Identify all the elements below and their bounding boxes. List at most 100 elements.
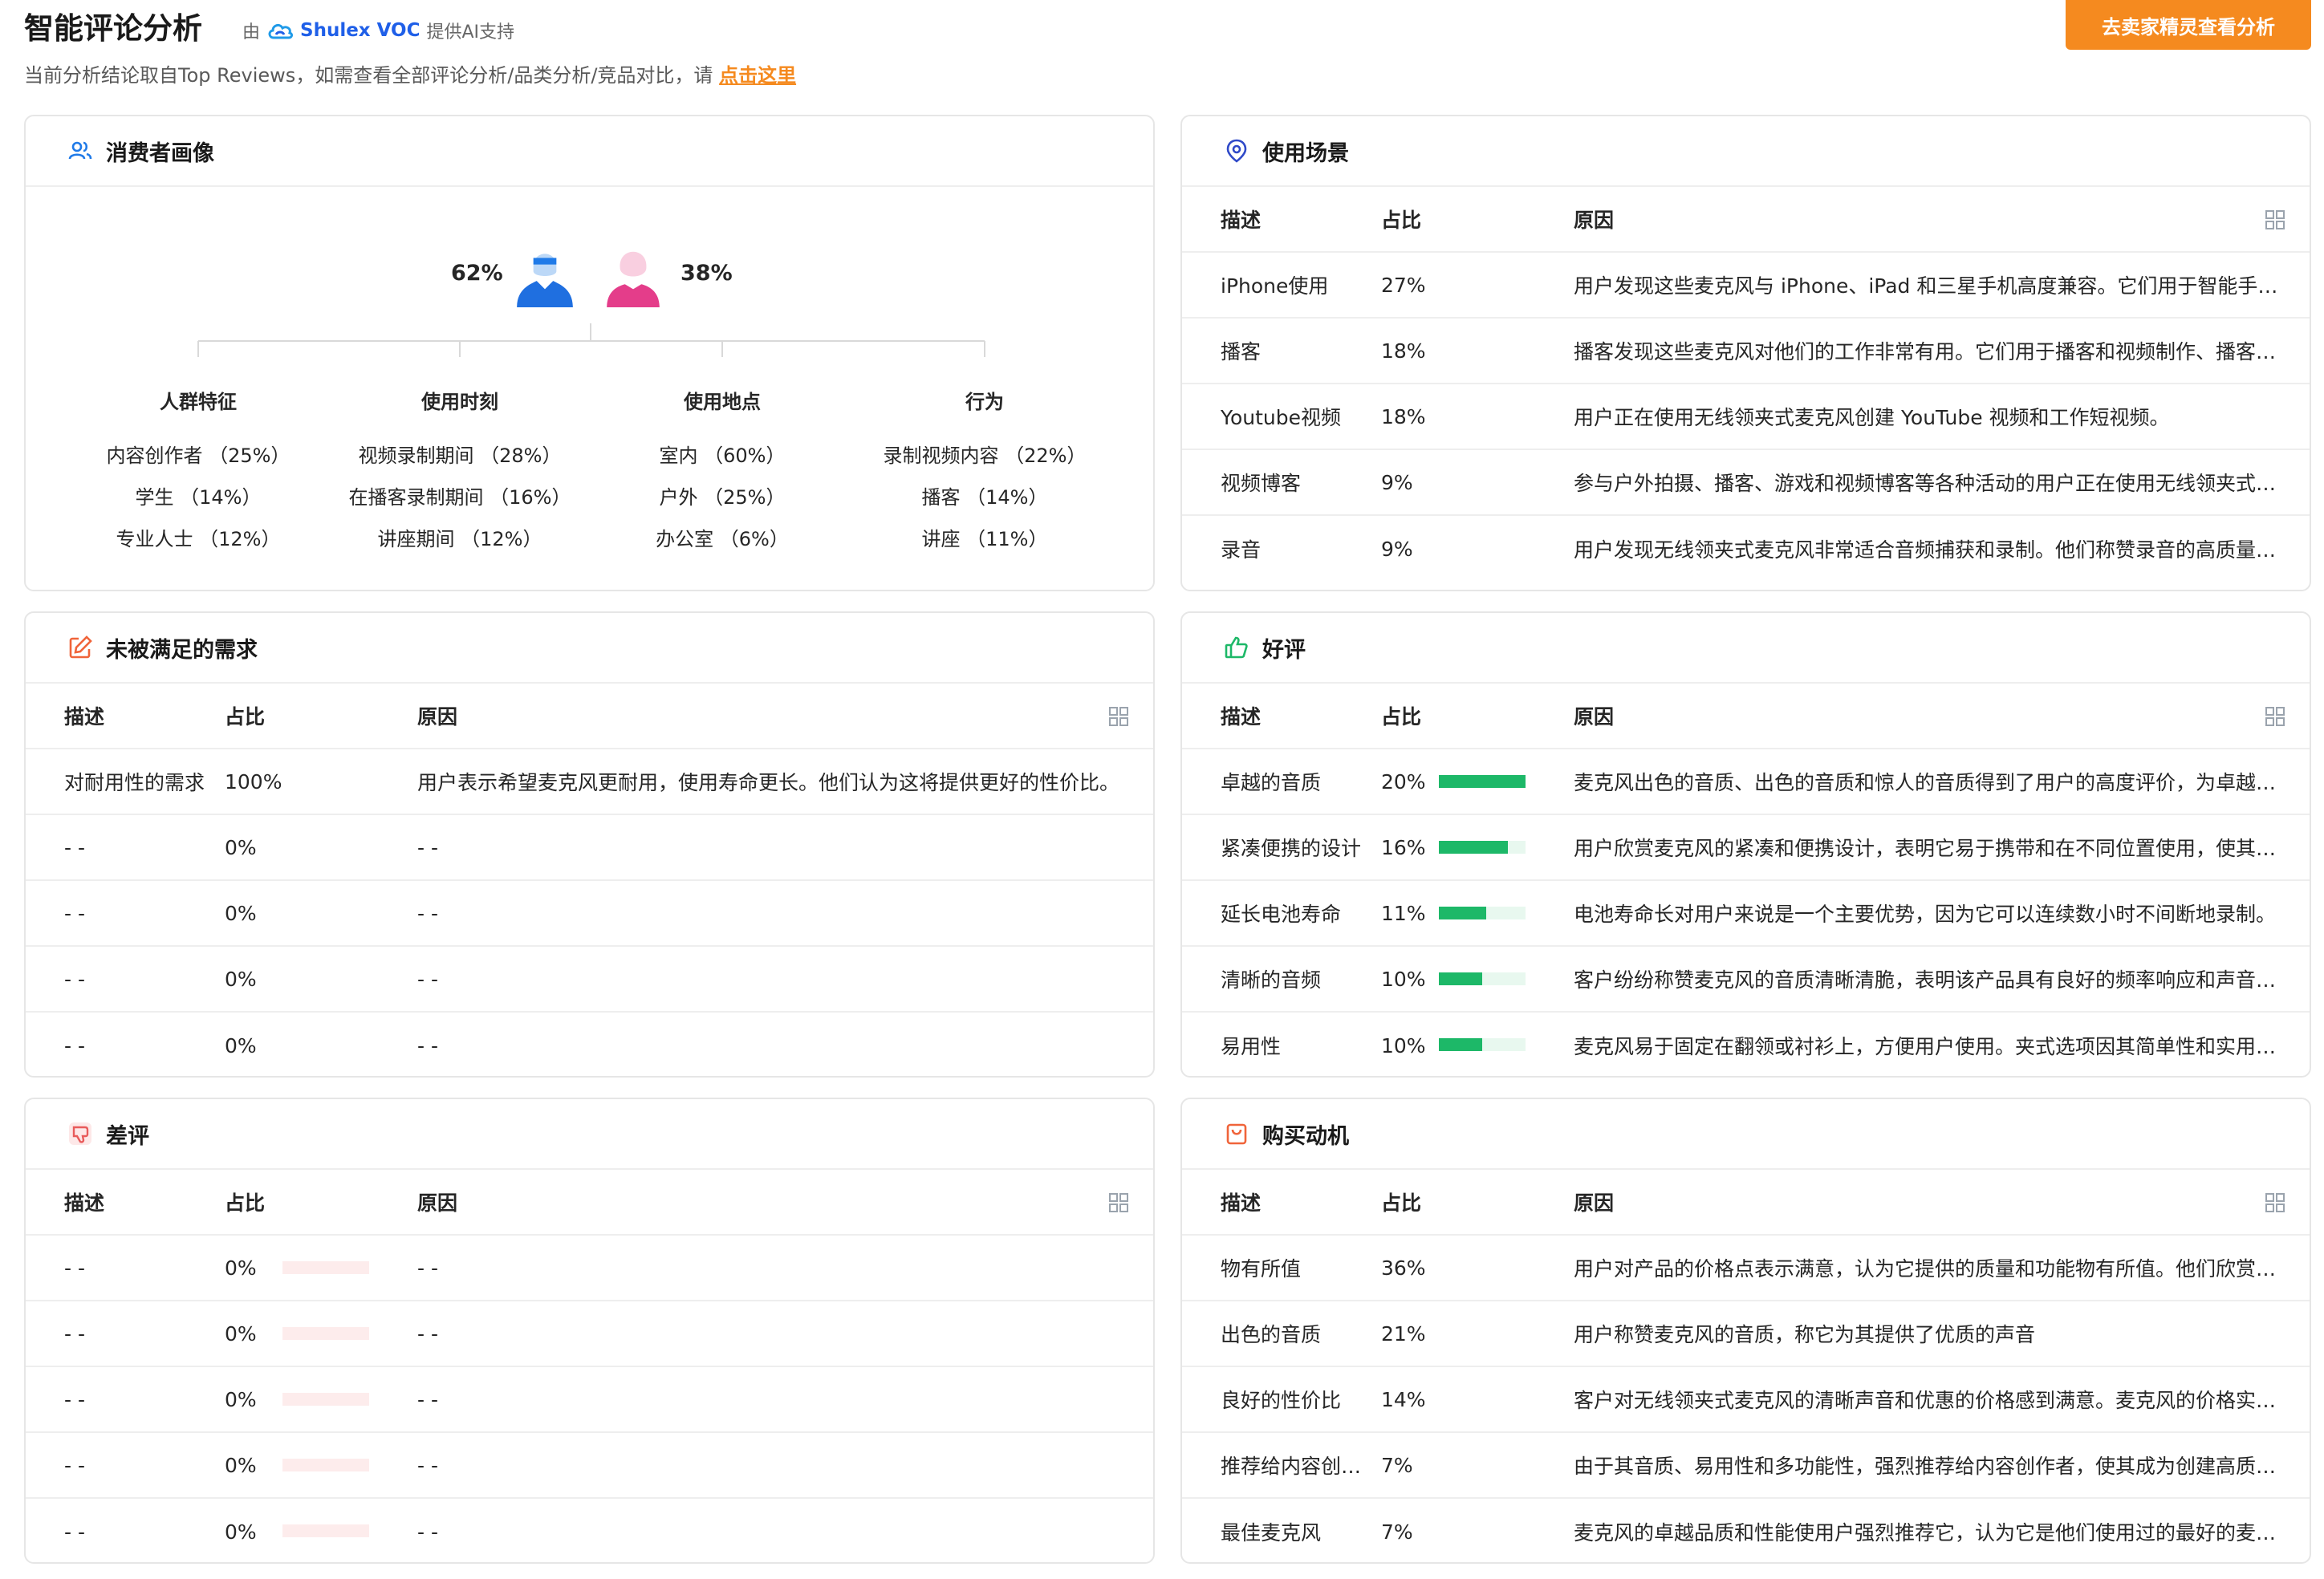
row-reason: - -	[417, 1256, 438, 1280]
table-header: 描述 占比 原因	[1182, 187, 2310, 253]
row-reason: 用户发现无线领夹式麦克风非常适合音频捕获和录制。他们称赞录音的高质量和清晰度。	[1574, 538, 2285, 562]
bad-reviews-card: 差评 描述 占比 原因 - -0% - -- -0% - -- -0% - -- -0% - …	[24, 1098, 1155, 1564]
ratio-bar	[282, 1393, 369, 1406]
motive-table: 描述 占比 原因物有所值 36% 用户对产品的价格点表示满意，认为它提供的质量和功能物有…	[1182, 1170, 2310, 1562]
table-row[interactable]: - - 0% - -	[26, 947, 1153, 1013]
grid-view-icon[interactable]	[1108, 1192, 1129, 1213]
table-row[interactable]: 播客 18% 播客发现这些麦克风对他们的工作非常有用。它们用于播客和视频制作、播客录…	[1182, 319, 2310, 384]
scenes-table: 描述 占比 原因 iPhone使用 27% 用户发现这些麦克风与 iPhone、iPad …	[1182, 187, 2310, 582]
row-ratio: 10%	[1381, 1033, 1426, 1057]
subtitle: 当前分析结论取自Top Reviews，如需查看全部评论分析/品类分析/竞品对比…	[24, 59, 796, 87]
grid-view-icon[interactable]	[2265, 1192, 2285, 1213]
powered-by: 由 Shulex VOC 提供AI支持	[242, 18, 514, 43]
table-row[interactable]: iPhone使用 27% 用户发现这些麦克风与 iPhone、iPad 和三星手机高…	[1182, 253, 2310, 319]
table-row[interactable]: 清晰的音频 10% 客户纷纷称赞麦克风的音质清晰清脆，表明该产品具有良好的频率响应和…	[1182, 947, 2310, 1013]
col-desc: 描述	[1221, 209, 1262, 232]
row-ratio: 9%	[1381, 537, 1413, 561]
ratio-bar-fill	[1439, 907, 1487, 919]
row-ratio: 0%	[225, 1453, 257, 1477]
col-reason: 原因	[1574, 1191, 1615, 1215]
row-ratio: 27%	[1381, 273, 1426, 297]
table-row[interactable]: - - 0% - -	[26, 1013, 1153, 1076]
row-reason: 电池寿命长对用户来说是一个主要优势，因为它可以连续数小时不间断地录制。	[1574, 903, 2277, 926]
ratio-bar	[282, 1524, 369, 1537]
row-desc: 最佳麦克风	[1221, 1521, 1322, 1544]
good-table: 描述 占比 原因 卓越的音质 20% 麦克风出色的音质、出色的音质和惊人的音质得到了用户的…	[1182, 684, 2310, 1076]
motive-title: 购买动机	[1262, 1123, 1349, 1149]
table-row[interactable]: - - 0% - -	[26, 815, 1153, 881]
persona-header: 消费者画像	[26, 116, 1153, 187]
bad-table: 描述 占比 原因 - -0% - -- -0% - -- -0% - -- -0% - -- …	[26, 1170, 1153, 1562]
row-reason: 客户对无线领夹式麦克风的清晰声音和优惠的价格感到满意。麦克风的价格实惠是一大优点…	[1574, 1389, 2285, 1412]
table-row[interactable]: 卓越的音质 20% 麦克风出色的音质、出色的音质和惊人的音质得到了用户的高度评价，为…	[1182, 749, 2310, 815]
row-ratio: 0%	[225, 967, 257, 991]
col-desc: 描述	[1221, 705, 1262, 729]
ratio-bar-fill	[1439, 775, 1526, 788]
ratio-bar	[1439, 972, 1526, 985]
row-reason: 用户发现这些麦克风与 iPhone、iPad 和三星手机高度兼容。它们用于智能手…	[1574, 274, 2285, 298]
column-item: 讲座期间 （12%）	[377, 528, 542, 550]
row-ratio: 18%	[1381, 404, 1426, 428]
row-desc: - -	[64, 1256, 85, 1280]
grid-view-icon[interactable]	[1108, 706, 1129, 727]
col-ratio: 占比	[1381, 1191, 1422, 1215]
thumbs-up-icon	[1225, 636, 1248, 659]
table-row[interactable]: 推荐给内容创作者 7% 由于其音质、易用性和多功能性，强烈推荐给内容创作者，使其成为…	[1182, 1433, 2310, 1499]
row-reason: - -	[417, 1033, 438, 1057]
click-here-link[interactable]: 点击这里	[719, 64, 796, 87]
grid-view-icon[interactable]	[2265, 209, 2285, 230]
persona-title: 消费者画像	[106, 140, 214, 166]
table-row[interactable]: 录音 9% 用户发现无线领夹式麦克风非常适合音频捕获和录制。他们称赞录音的高质量和清…	[1182, 516, 2310, 582]
col-desc: 描述	[1221, 1191, 1262, 1215]
row-desc: 良好的性价比	[1221, 1389, 1342, 1412]
ratio-bar	[282, 1327, 369, 1340]
row-desc: 出色的音质	[1221, 1323, 1322, 1346]
view-analysis-button[interactable]: 去卖家精灵查看分析	[2066, 0, 2311, 50]
row-reason: 麦克风出色的音质、出色的音质和惊人的音质得到了用户的高度评价，为卓越的音频体验做…	[1574, 771, 2285, 794]
table-row[interactable]: - - 0% - -	[26, 1433, 1153, 1499]
subtitle-text: 当前分析结论取自Top Reviews，如需查看全部评论分析/品类分析/竞品对比…	[24, 64, 713, 87]
table-header: 描述 占比 原因	[1182, 684, 2310, 749]
grid-view-icon[interactable]	[2265, 706, 2285, 727]
table-row[interactable]: 易用性 10% 麦克风易于固定在翻领或衬衫上，方便用户使用。夹式选项因其简单性和实用…	[1182, 1013, 2310, 1076]
row-ratio: 18%	[1381, 339, 1426, 363]
column-item: 内容创作者 （25%）	[106, 444, 290, 467]
row-desc: iPhone使用	[1221, 274, 1329, 298]
table-row[interactable]: 紧凑便携的设计 16% 用户欣赏麦克风的紧凑和便携设计，表明它易于携带和在不同位置使…	[1182, 815, 2310, 881]
row-reason: - -	[417, 1387, 438, 1411]
persona-column-time: 使用时刻 视频录制期间 （28%） 在播客录制期间 （16%） 讲座期间 （12…	[331, 386, 588, 560]
table-row[interactable]: 出色的音质 21% 用户称赞麦克风的音质，称它为其提供了优质的声音	[1182, 1301, 2310, 1367]
brand-name[interactable]: Shulex VOC	[300, 20, 420, 41]
column-item: 播客 （14%）	[921, 486, 1048, 509]
row-ratio: 0%	[225, 901, 257, 925]
table-row[interactable]: 延长电池寿命 11% 电池寿命长对用户来说是一个主要优势，因为它可以连续数小时不间断…	[1182, 881, 2310, 947]
row-reason: 用户正在使用无线领夹式麦克风创建 YouTube 视频和工作短视频。	[1574, 406, 2170, 429]
unmet-header: 未被满足的需求	[26, 613, 1153, 684]
persona-column-behavior: 行为 录制视频内容 （22%） 播客 （14%） 讲座 （11%）	[856, 386, 1113, 560]
table-row[interactable]: - - 0% - -	[26, 1301, 1153, 1367]
row-ratio: 36%	[1381, 1256, 1426, 1280]
table-row[interactable]: 良好的性价比 14% 客户对无线领夹式麦克风的清晰声音和优惠的价格感到满意。麦克风的…	[1182, 1367, 2310, 1433]
table-row[interactable]: 对耐用性的需求 100% 用户表示希望麦克风更耐用，使用寿命更长。他们认为这将提供更…	[26, 749, 1153, 815]
row-desc: - -	[64, 1520, 85, 1544]
persona-tree-lines	[197, 323, 985, 357]
col-reason: 原因	[1574, 705, 1615, 729]
scenes-title: 使用场景	[1262, 140, 1349, 166]
table-header: 描述 占比 原因	[26, 684, 1153, 749]
table-row[interactable]: 最佳麦克风 7% 麦克风的卓越品质和性能使用户强烈推荐它，认为它是他们使用过的最好的…	[1182, 1499, 2310, 1562]
table-row[interactable]: 物有所值 36% 用户对产品的价格点表示满意，认为它提供的质量和功能物有所值。他们欣…	[1182, 1236, 2310, 1301]
powered-text: 提供AI支持	[426, 22, 515, 43]
row-ratio: 20%	[1381, 769, 1426, 794]
table-row[interactable]: 视频博客 9% 参与户外拍摄、播客、游戏和视频博客等各种活动的用户正在使用无线领夹式…	[1182, 450, 2310, 516]
persona-body: 62% 38% 人群特征 内容创作者 （25%） 学生 （14%） 专业人士 （…	[26, 187, 1153, 590]
row-desc: 录音	[1221, 538, 1262, 562]
row-desc: Youtube视频	[1221, 406, 1341, 429]
table-row[interactable]: - - 0% - -	[26, 1499, 1153, 1562]
table-row[interactable]: - - 0% - -	[26, 881, 1153, 947]
column-item: 讲座 （11%）	[921, 528, 1048, 550]
bad-title: 差评	[106, 1123, 149, 1149]
table-row[interactable]: - - 0% - -	[26, 1236, 1153, 1301]
table-row[interactable]: - - 0% - -	[26, 1367, 1153, 1433]
row-desc: 清晰的音频	[1221, 968, 1322, 992]
table-row[interactable]: Youtube视频 18% 用户正在使用无线领夹式麦克风创建 YouTube 视频和…	[1182, 384, 2310, 450]
